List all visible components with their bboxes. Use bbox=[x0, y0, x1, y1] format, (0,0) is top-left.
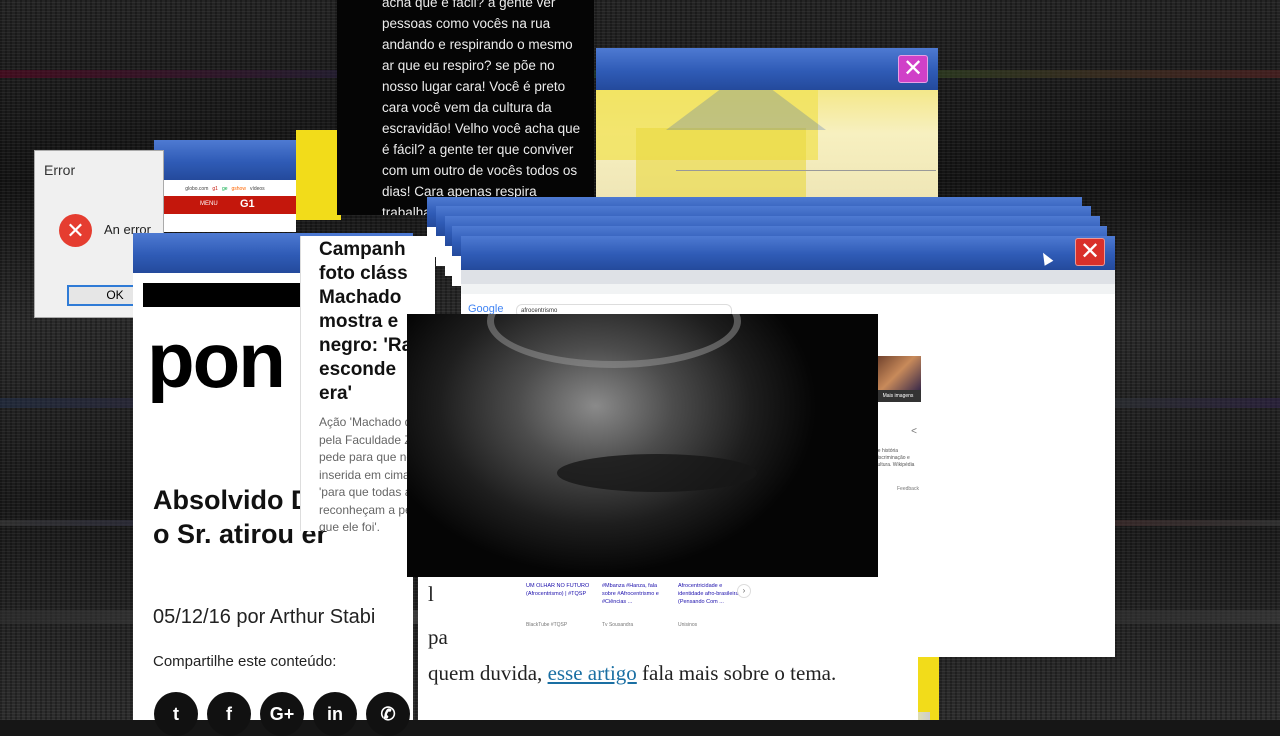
window-titlebar bbox=[596, 48, 938, 90]
share-icon[interactable]: < bbox=[911, 426, 917, 437]
nav-videos[interactable]: vídeos bbox=[250, 184, 265, 194]
google-plus-icon[interactable]: G+ bbox=[260, 692, 304, 736]
globo-nav-bar: globo.com g1 ge gshow vídeos bbox=[154, 184, 296, 194]
doc-paragraph: quem duvida, esse artigo fala mais sobre… bbox=[428, 661, 836, 686]
headline-line: Campanh bbox=[319, 239, 406, 260]
window-titlebar bbox=[154, 140, 296, 180]
feedback-link[interactable]: Feedback bbox=[897, 486, 919, 492]
dialog-title: Error bbox=[44, 162, 76, 178]
knowledge-panel: Mais imagens < de história discriminação… bbox=[875, 356, 921, 496]
menu-button[interactable]: MENU bbox=[200, 201, 218, 207]
video-channel: Unisinos bbox=[678, 622, 698, 628]
doc-text: fala mais sobre o tema. bbox=[636, 661, 837, 685]
close-icon[interactable]: ✕ bbox=[1075, 238, 1105, 266]
bookmarks-bar bbox=[461, 284, 1115, 294]
video-card[interactable]: Afrocentricidade e identidade afro-brasi… bbox=[678, 582, 746, 632]
nav-globo[interactable]: globo.com bbox=[185, 184, 208, 194]
video-card[interactable]: #Mbanza #Hanza, fala sobre #Afrocentrism… bbox=[602, 582, 670, 632]
g1-header: MENU G1 bbox=[154, 196, 296, 214]
panel-snippet: de história discriminação e cultura. Wik… bbox=[875, 448, 915, 468]
video-channel: BlackTube #TQSP bbox=[526, 622, 568, 628]
whatsapp-icon[interactable]: ✆ bbox=[366, 692, 410, 736]
nav-gshow[interactable]: gshow bbox=[232, 184, 246, 194]
article-byline: 05/12/16 por Arthur Stabi bbox=[153, 606, 376, 628]
error-icon: ✕ bbox=[59, 214, 92, 247]
globo-window: globo.com g1 ge gshow vídeos MENU G1 bbox=[154, 140, 296, 232]
panel-image bbox=[875, 356, 921, 390]
campaign-body: Ação 'Machado d pela Faculdade Z pede pa… bbox=[319, 415, 414, 531]
image-window: ✕ bbox=[596, 48, 938, 198]
image-block bbox=[636, 128, 806, 198]
mouth-shape bbox=[557, 454, 757, 492]
nav-ge[interactable]: ge bbox=[222, 184, 228, 194]
yellow-window bbox=[296, 130, 341, 220]
video-title: UM OLHAR NO FUTURO (Afrocentrismo) | #TQ… bbox=[526, 583, 590, 597]
nav-g1[interactable]: g1 bbox=[212, 184, 218, 194]
address-bar[interactable] bbox=[461, 270, 1115, 284]
carousel-next-icon[interactable]: › bbox=[737, 584, 751, 598]
chat-message: acha que é fácil? a gente ver pessoas co… bbox=[382, 0, 581, 215]
video-title: #Mbanza #Hanza, fala sobre #Afrocentrism… bbox=[602, 583, 659, 605]
campaign-headline: Campanh foto cláss Machado mostra e negr… bbox=[319, 238, 412, 406]
g1-logo: G1 bbox=[240, 198, 255, 210]
doc-letter: l bbox=[428, 582, 434, 606]
share-label: Compartilhe este conteúdo: bbox=[153, 653, 337, 670]
doc-text: quem duvida, bbox=[428, 661, 548, 685]
headline-line: Machado bbox=[319, 287, 402, 308]
close-icon[interactable]: ✕ bbox=[898, 55, 928, 83]
twitter-icon[interactable]: t bbox=[154, 692, 198, 736]
facebook-icon[interactable]: f bbox=[207, 692, 251, 736]
chat-window: acha que é fácil? a gente ver pessoas co… bbox=[337, 0, 594, 215]
video-title: Afrocentricidade e identidade afro-brasi… bbox=[678, 583, 739, 605]
doc-letter: pa bbox=[428, 625, 448, 649]
headline-line: mostra e bbox=[319, 311, 399, 332]
headline-line: negro: 'Ra bbox=[319, 335, 413, 356]
glitch-image bbox=[596, 90, 938, 198]
video-channel: Tv Sousandra bbox=[602, 622, 634, 628]
headline-line: foto cláss bbox=[319, 263, 408, 284]
linkedin-icon[interactable]: in bbox=[313, 692, 357, 736]
portrait-video bbox=[407, 314, 878, 577]
video-card[interactable]: UM OLHAR NO FUTURO (Afrocentrismo) | #TQ… bbox=[526, 582, 594, 632]
window-titlebar bbox=[461, 236, 1115, 270]
headline-line: era' bbox=[319, 383, 353, 404]
headline-line: esconde bbox=[319, 359, 397, 380]
article-link[interactable]: esse artigo bbox=[548, 661, 637, 685]
site-logo: pon bbox=[147, 316, 286, 404]
more-images-button[interactable]: Mais imagens bbox=[875, 390, 921, 402]
image-line bbox=[676, 170, 936, 171]
glasses-shape bbox=[487, 314, 741, 368]
yellow-window bbox=[915, 655, 939, 720]
